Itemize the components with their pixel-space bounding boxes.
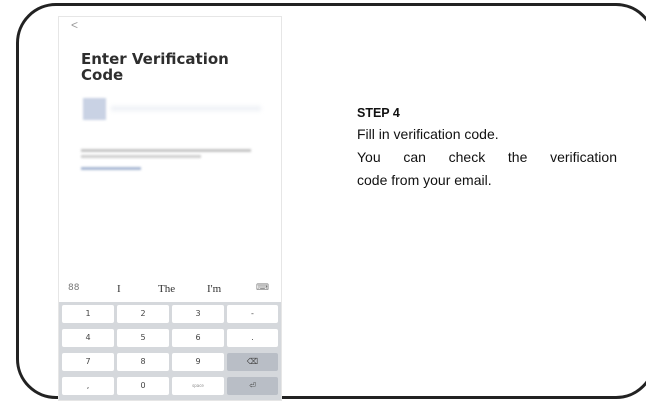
numeric-keypad: 1 2 3 - 4 5 6 . 7 8 9 ⌫ , 0 space ⏎ [59, 302, 281, 400]
step-line: code from your email. [357, 172, 492, 188]
backspace-key-icon[interactable]: ⌫ [227, 353, 278, 371]
verification-title: Enter Verification Code [81, 50, 229, 84]
phone-screenshot: < Enter Verification Code 88 I The I'm ⌨… [58, 16, 282, 401]
suggestion-bar: 88 I The I'm ⌨ [59, 279, 281, 301]
code-input-line [111, 106, 261, 111]
manual-page: < Enter Verification Code 88 I The I'm ⌨… [0, 0, 646, 409]
blurred-info-line [81, 155, 201, 158]
key-9[interactable]: 9 [172, 353, 224, 371]
key-0[interactable]: 0 [117, 377, 169, 395]
key-period[interactable]: . [227, 329, 278, 347]
key-2[interactable]: 2 [117, 305, 169, 323]
suggestion-word[interactable]: The [158, 283, 175, 295]
step-line: You can check the verification [357, 149, 617, 165]
key-comma[interactable]: , [62, 377, 114, 395]
enter-key-icon[interactable]: ⏎ [227, 377, 278, 395]
suggestion-word[interactable]: I'm [207, 283, 221, 295]
step-instructions: STEP 4 Fill in verification code. You ca… [357, 103, 617, 192]
key-5[interactable]: 5 [117, 329, 169, 347]
space-key[interactable]: space [172, 377, 224, 395]
suggestion-word[interactable]: I [117, 283, 121, 295]
step-title: STEP 4 [357, 106, 400, 120]
key-1[interactable]: 1 [62, 305, 114, 323]
key-3[interactable]: 3 [172, 305, 224, 323]
step-line: Fill in verification code. [357, 126, 499, 142]
grid-icon[interactable]: 88 [68, 283, 79, 293]
keyboard-icon[interactable]: ⌨ [256, 283, 269, 293]
key-6[interactable]: 6 [172, 329, 224, 347]
resend-code-link[interactable] [81, 167, 141, 170]
key-minus[interactable]: - [227, 305, 278, 323]
blurred-info-line [81, 149, 251, 152]
back-arrow-icon[interactable]: < [71, 18, 78, 32]
key-7[interactable]: 7 [62, 353, 114, 371]
key-8[interactable]: 8 [117, 353, 169, 371]
key-4[interactable]: 4 [62, 329, 114, 347]
code-input-box[interactable] [83, 98, 106, 120]
